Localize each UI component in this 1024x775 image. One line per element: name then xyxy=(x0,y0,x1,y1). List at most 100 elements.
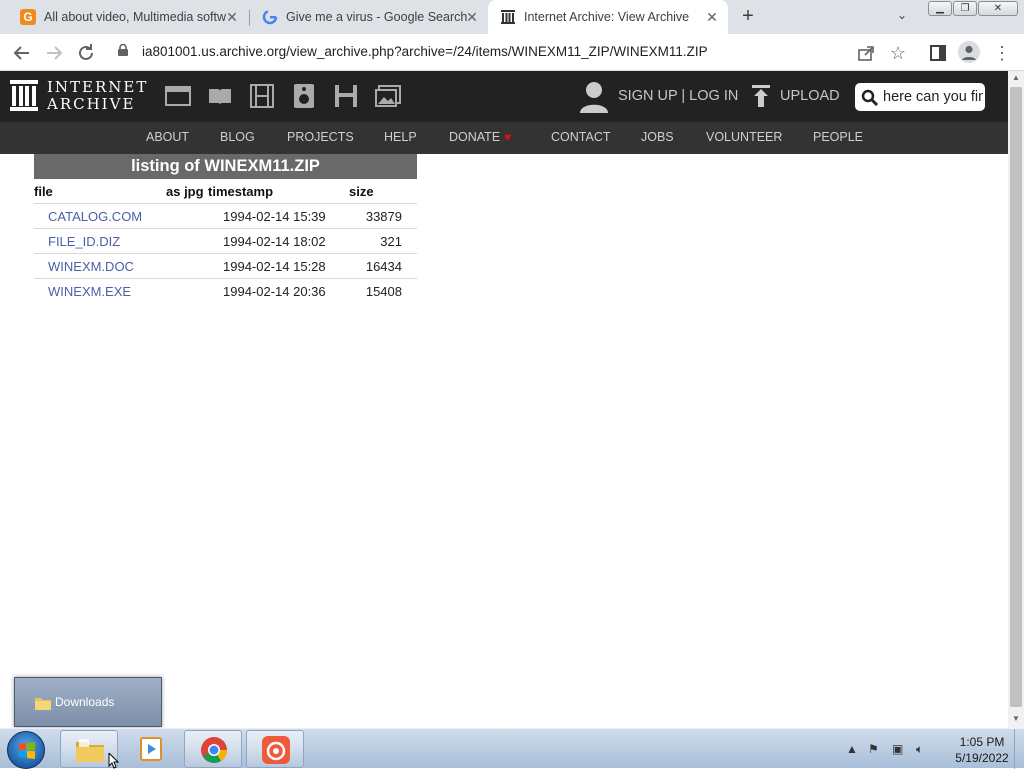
share-icon[interactable] xyxy=(854,41,878,65)
windows-logo-icon xyxy=(19,742,35,759)
column-header-file: file xyxy=(34,184,53,199)
mouse-cursor-icon xyxy=(108,753,120,769)
reload-icon[interactable] xyxy=(74,41,98,65)
column-header-timestamp: timestamp xyxy=(208,184,274,199)
minimize-button[interactable]: ▁ xyxy=(928,1,952,16)
orange-g-icon: G xyxy=(20,9,36,25)
nav-projects[interactable]: PROJECTS xyxy=(287,130,354,144)
google-g-icon xyxy=(262,9,278,25)
listing-title: listing of WINEXM11.ZIP xyxy=(34,154,417,179)
url-text[interactable]: ia801001.us.archive.org/view_archive.php… xyxy=(142,44,708,59)
back-arrow-icon[interactable] xyxy=(10,41,34,65)
user-avatar-icon[interactable] xyxy=(580,81,608,113)
downloads-thumbnail-popup[interactable]: Downloads xyxy=(14,677,162,727)
new-tab-button[interactable]: + xyxy=(737,5,759,28)
upload-icon[interactable] xyxy=(752,85,770,107)
file-link[interactable]: FILE_ID.DIZ xyxy=(48,234,120,249)
restore-button[interactable]: ❐ xyxy=(953,1,977,16)
tab-strip: G All about video, Multimedia softw ✕ Gi… xyxy=(0,0,1024,34)
more-menu-icon[interactable]: ⋮ xyxy=(990,41,1014,65)
nav-blog[interactable]: BLOG xyxy=(220,130,255,144)
volume-speaker-icon[interactable]: 🔈︎ xyxy=(916,742,923,757)
nav-volunteer[interactable]: VOLUNTEER xyxy=(706,130,782,144)
file-size: 16434 xyxy=(365,259,402,274)
file-size: 15408 xyxy=(365,284,402,299)
close-tab-icon[interactable]: ✕ xyxy=(224,9,240,26)
site-search-box[interactable] xyxy=(855,83,985,111)
lock-icon[interactable] xyxy=(118,44,128,56)
network-icon[interactable]: ▣ xyxy=(892,742,903,756)
scroll-up-arrow-icon[interactable]: ▲ xyxy=(1008,73,1024,82)
close-window-button[interactable]: ✕ xyxy=(978,1,1018,16)
nav-donate-label: DONATE xyxy=(449,130,501,144)
close-tab-icon[interactable]: ✕ xyxy=(464,9,480,26)
profile-avatar-icon[interactable] xyxy=(958,41,980,63)
upload-link[interactable]: UPLOAD xyxy=(780,88,840,104)
file-link[interactable]: WINEXM.DOC xyxy=(48,259,134,274)
nav-people[interactable]: PEOPLE xyxy=(813,130,863,144)
taskbar-screen-recorder[interactable] xyxy=(246,730,304,768)
file-link[interactable]: CATALOG.COM xyxy=(48,209,142,224)
file-timestamp: 1994-02-14 20:36 xyxy=(223,284,326,299)
images-photo-icon[interactable] xyxy=(375,84,401,108)
tab-title: Give me a virus - Google Search xyxy=(286,10,468,24)
address-bar[interactable]: ia801001.us.archive.org/view_archive.php… xyxy=(108,38,918,66)
browser-toolbar: ia801001.us.archive.org/view_archive.php… xyxy=(0,34,1024,71)
recorder-app-icon xyxy=(262,736,290,764)
downloads-label: Downloads xyxy=(55,695,115,709)
clock-time: 1:05 PM xyxy=(959,735,1005,749)
taskbar-media-player[interactable] xyxy=(122,730,180,768)
tab-title: Internet Archive: View Archive xyxy=(524,10,690,24)
file-link[interactable]: WINEXM.EXE xyxy=(48,284,131,299)
file-size: 321 xyxy=(380,234,402,249)
heart-icon: ♥ xyxy=(504,130,512,144)
sign-up-log-in-link[interactable]: SIGN UP | LOG IN xyxy=(618,88,738,104)
web-icon[interactable] xyxy=(165,84,191,108)
ia-nav-bar: ABOUT BLOG PROJECTS HELP DONATE ♥ CONTACT… xyxy=(0,122,1008,154)
bookmark-star-icon[interactable]: ☆ xyxy=(886,41,910,65)
nav-jobs[interactable]: JOBS xyxy=(641,130,674,144)
table-header-row: file as jpg timestamp size xyxy=(34,179,417,203)
file-timestamp: 1994-02-14 15:39 xyxy=(223,209,326,224)
nav-about[interactable]: ABOUT xyxy=(146,130,189,144)
internet-archive-logo-icon[interactable] xyxy=(10,80,38,111)
forward-arrow-icon[interactable] xyxy=(42,41,66,65)
scrollbar-thumb[interactable] xyxy=(1010,87,1022,707)
taskbar-chrome[interactable] xyxy=(184,730,242,768)
scroll-down-arrow-icon[interactable]: ▼ xyxy=(1008,714,1024,723)
search-input[interactable] xyxy=(883,87,983,107)
show-hidden-icons-chevron-icon[interactable]: ▲ xyxy=(846,742,858,756)
downloads-folder-icon xyxy=(35,698,51,710)
file-timestamp: 1994-02-14 15:28 xyxy=(223,259,326,274)
search-icon[interactable] xyxy=(861,89,879,107)
tab-multimedia[interactable]: G All about video, Multimedia softw ✕ xyxy=(8,0,248,34)
windows-taskbar: ▲ ⚑ ▣ 🔈︎ 1:05 PM 5/19/2022 xyxy=(0,728,1024,769)
column-header-as-jpg: as jpg xyxy=(166,184,204,199)
action-center-flag-icon[interactable]: ⚑ xyxy=(868,742,879,756)
start-button[interactable] xyxy=(7,731,45,769)
page-scrollbar[interactable]: ▲ ▼ xyxy=(1008,71,1024,728)
nav-contact[interactable]: CONTACT xyxy=(551,130,611,144)
archive-icon xyxy=(500,9,516,25)
taskbar-clock[interactable]: 1:05 PM 5/19/2022 xyxy=(944,734,1020,766)
archive-listing-table: listing of WINEXM11.ZIP file as jpg time… xyxy=(34,154,417,303)
nav-help[interactable]: HELP xyxy=(384,130,417,144)
close-tab-icon[interactable]: ✕ xyxy=(704,9,720,26)
table-row: CATALOG.COM 1994-02-14 15:39 33879 xyxy=(34,203,417,228)
texts-book-icon[interactable] xyxy=(207,84,233,108)
video-film-icon[interactable] xyxy=(249,84,275,108)
show-desktop-button[interactable] xyxy=(1014,729,1024,769)
ia-top-header: INTERNET ARCHIVE SIGN UP | LOG IN UPLOAD xyxy=(0,71,1008,122)
tab-google-search[interactable]: Give me a virus - Google Search ✕ xyxy=(250,0,488,34)
tab-title: All about video, Multimedia softw xyxy=(44,10,227,24)
system-tray: ▲ ⚑ ▣ 🔈︎ 1:05 PM 5/19/2022 xyxy=(840,729,1024,769)
tab-internet-archive[interactable]: Internet Archive: View Archive ✕ xyxy=(488,0,728,34)
internet-archive-wordmark[interactable]: INTERNET ARCHIVE xyxy=(47,79,148,113)
table-row: WINEXM.DOC 1994-02-14 15:28 16434 xyxy=(34,253,417,278)
audio-speaker-icon[interactable] xyxy=(291,84,317,108)
tab-search-chevron-icon[interactable]: ⌄ xyxy=(897,8,907,22)
software-floppy-icon[interactable] xyxy=(333,84,359,108)
side-panel-icon[interactable] xyxy=(926,41,950,65)
nav-donate[interactable]: DONATE ♥ xyxy=(449,130,511,144)
video-player-icon xyxy=(140,737,162,761)
